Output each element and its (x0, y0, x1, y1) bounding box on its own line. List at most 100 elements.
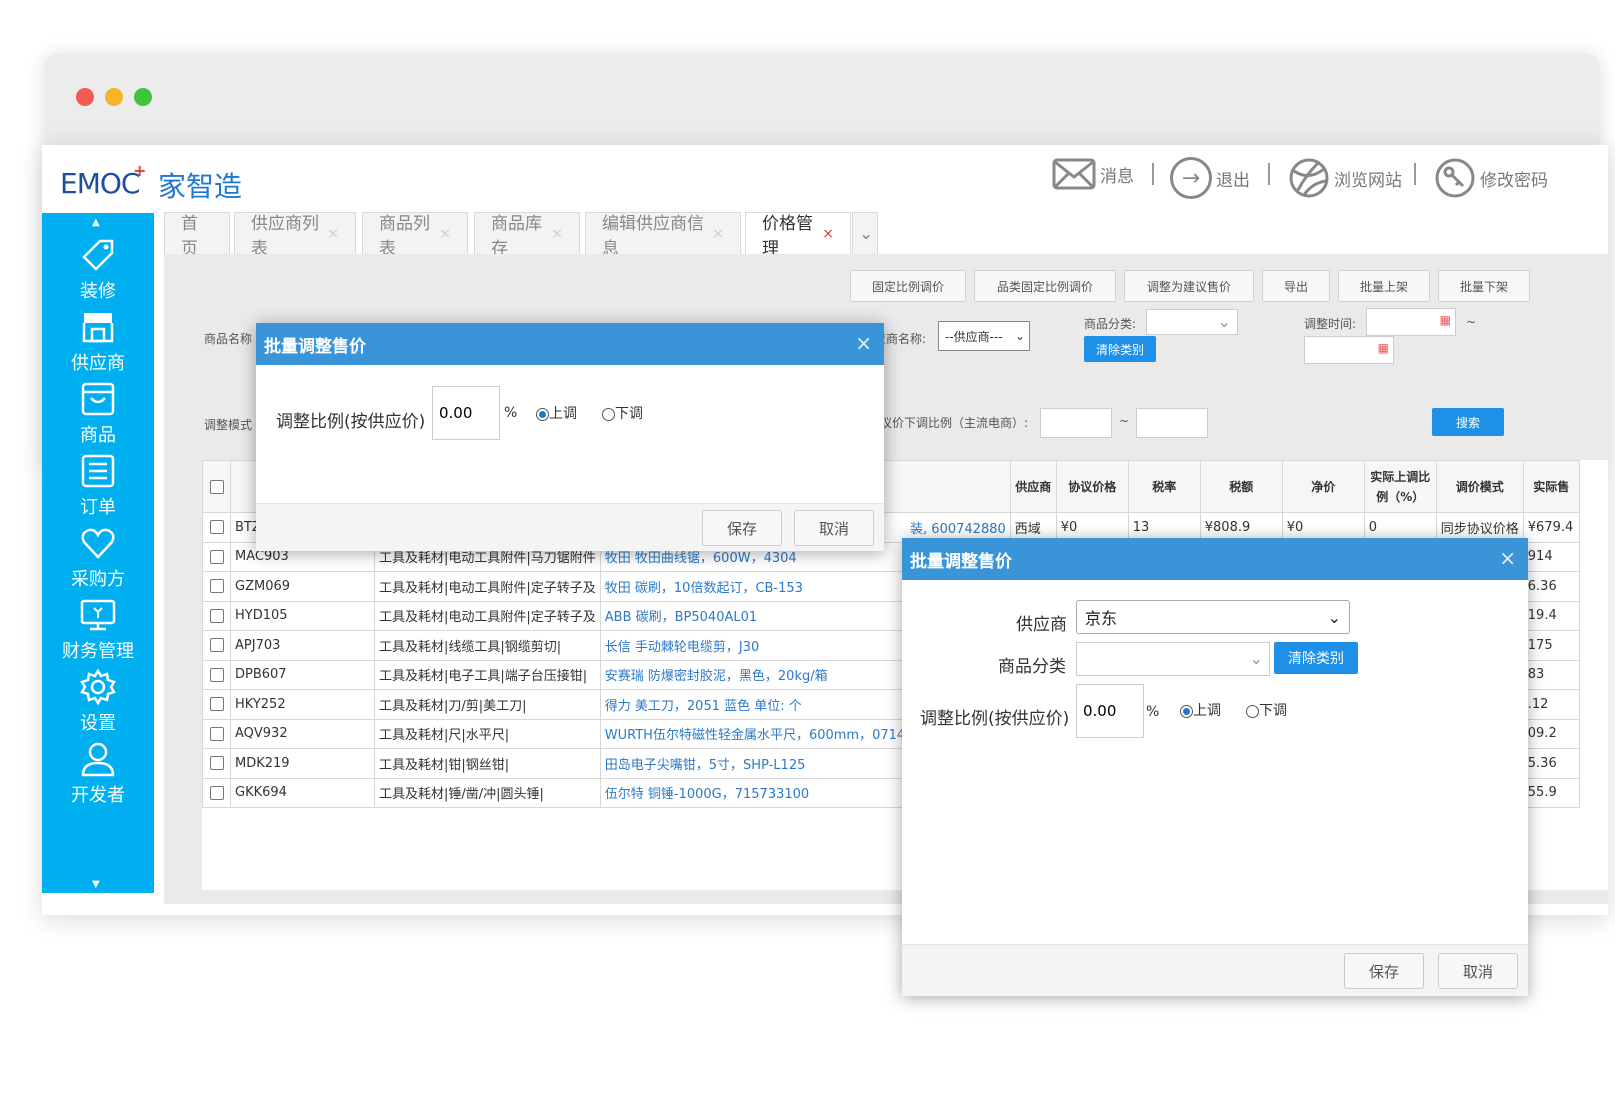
radio-button[interactable] (536, 407, 549, 421)
batch-list-button[interactable]: 批量上架 (1338, 270, 1430, 302)
row-checkbox[interactable] (202, 541, 231, 572)
tab-product-list[interactable]: 商品列表 × (362, 212, 468, 259)
close-icon[interactable]: × (327, 226, 339, 242)
cell-actual-price: 09.2 (1522, 718, 1580, 749)
ratio-max-input[interactable] (1136, 408, 1208, 438)
sidebar-item-settings[interactable]: 设置 (42, 667, 154, 735)
cell-code: APJ703 (230, 630, 375, 661)
cell-actual-price: 83 (1522, 659, 1580, 690)
nav-browse-site[interactable]: 浏览网站 (1288, 157, 1402, 199)
save-button[interactable]: 保存 (1344, 953, 1424, 989)
cancel-button[interactable]: 取消 (1438, 953, 1518, 989)
radio-button[interactable] (1180, 704, 1193, 718)
checkbox[interactable] (209, 638, 224, 653)
tab-supplier-list[interactable]: 供应商列表 × (234, 212, 356, 259)
radio-down[interactable]: 下调 (602, 403, 643, 423)
batch-delist-button[interactable]: 批量下架 (1438, 270, 1530, 302)
close-window-icon[interactable] (76, 88, 94, 106)
header-agreement-price: 协议价格 (1055, 460, 1129, 513)
row-checkbox[interactable] (202, 659, 231, 690)
checkbox[interactable] (209, 697, 224, 712)
maximize-window-icon[interactable] (134, 88, 152, 106)
radio-up[interactable]: 上调 (536, 403, 577, 423)
sidebar-item-product[interactable]: 商品 (42, 379, 154, 447)
ratio-min-input[interactable] (1040, 408, 1112, 438)
logout-icon: → (1170, 157, 1212, 199)
sidebar-item-decoration[interactable]: 装修 (42, 235, 154, 303)
sidebar-item-developer[interactable]: 开发者 (42, 739, 154, 807)
radio-button[interactable] (602, 407, 615, 421)
sidebar-item-finance[interactable]: 财务管理 (42, 595, 154, 663)
close-icon[interactable]: × (712, 226, 724, 242)
nav-messages[interactable]: 消息 (1052, 157, 1134, 191)
tab-bar: 首页 供应商列表 × 商品列表 × 商品库存 × 编辑供应商信息 × 价格管理 × ⌄ (164, 212, 1604, 259)
close-icon[interactable]: × (1499, 546, 1516, 570)
supplier-select[interactable]: --供应商--- ⌄ (938, 321, 1030, 351)
category-input[interactable]: ⌄ (1146, 309, 1238, 335)
close-icon[interactable]: × (551, 226, 563, 242)
cell-code: AQV932 (230, 718, 375, 749)
tab-home[interactable]: 首页 (164, 212, 230, 259)
calendar-icon: ▦ (1377, 341, 1389, 355)
sidebar-item-purchaser[interactable]: 采购方 (42, 523, 154, 591)
select-value: 京东 (1085, 609, 1118, 628)
close-icon[interactable]: × (855, 331, 872, 355)
checkbox[interactable] (209, 785, 224, 800)
start-date-input[interactable]: ▦ (1366, 308, 1456, 336)
radio-down[interactable]: 下调 (1246, 700, 1287, 720)
tag-icon (82, 239, 114, 271)
minimize-window-icon[interactable] (105, 88, 123, 106)
supplier-select[interactable]: 京东 ⌄ (1076, 600, 1350, 634)
row-checkbox[interactable] (202, 571, 231, 602)
category-ratio-button[interactable]: 品类固定比例调价 (974, 270, 1116, 302)
scroll-up-icon[interactable]: ▲ (92, 217, 100, 228)
row-checkbox[interactable] (202, 600, 231, 631)
save-button[interactable]: 保存 (702, 510, 782, 546)
checkbox[interactable] (209, 608, 224, 623)
search-button[interactable]: 搜索 (1432, 408, 1504, 436)
ratio-input[interactable] (432, 386, 500, 440)
nav-logout[interactable]: → 退出 (1170, 157, 1250, 199)
close-icon[interactable]: × (439, 226, 451, 242)
ratio-label: 调整比例(按供应价) (920, 709, 1070, 729)
category-input[interactable]: ⌄ (1076, 642, 1270, 676)
end-date-input[interactable]: ▦ (1304, 336, 1394, 364)
checkbox[interactable] (209, 667, 224, 682)
row-checkbox[interactable] (202, 718, 231, 749)
checkbox[interactable] (209, 579, 224, 594)
header-select-all[interactable] (202, 460, 231, 513)
radio-button[interactable] (1246, 704, 1259, 718)
cancel-button[interactable]: 取消 (794, 510, 874, 546)
nav-label: 退出 (1216, 170, 1250, 191)
row-checkbox[interactable] (202, 630, 231, 661)
tilde: ~ (1119, 414, 1130, 428)
ratio-input[interactable] (1076, 684, 1144, 738)
checkbox[interactable] (209, 549, 224, 564)
tab-price-management[interactable]: 价格管理 × (745, 212, 851, 259)
clear-category-button[interactable]: 清除类别 (1084, 336, 1156, 362)
radio-up[interactable]: 上调 (1180, 700, 1221, 720)
sidebar-item-supplier[interactable]: 供应商 (42, 307, 154, 375)
scroll-down-icon[interactable]: ▼ (92, 879, 100, 890)
sidebar-item-order[interactable]: 订单 (42, 451, 154, 519)
checkbox[interactable] (209, 479, 224, 494)
row-checkbox[interactable] (202, 777, 231, 808)
row-checkbox[interactable] (202, 689, 231, 720)
row-checkbox[interactable] (202, 748, 231, 779)
clear-category-button[interactable]: 清除类别 (1274, 642, 1358, 674)
tab-edit-supplier[interactable]: 编辑供应商信息 × (585, 212, 741, 259)
export-button[interactable]: 导出 (1262, 270, 1330, 302)
suggested-price-button[interactable]: 调整为建议售价 (1124, 270, 1254, 302)
tab-more-dropdown[interactable]: ⌄ (852, 212, 878, 254)
store-icon (82, 313, 114, 343)
checkbox[interactable] (209, 726, 224, 741)
radio-label: 上调 (1193, 703, 1221, 719)
tab-label: 商品列表 (379, 213, 430, 259)
nav-change-password[interactable]: 修改密码 (1434, 157, 1548, 199)
fixed-ratio-button[interactable]: 固定比例调价 (850, 270, 966, 302)
checkbox[interactable] (209, 756, 224, 771)
row-checkbox[interactable] (202, 512, 231, 543)
checkbox[interactable] (209, 520, 224, 535)
close-icon[interactable]: × (822, 226, 834, 242)
tab-product-stock[interactable]: 商品库存 × (474, 212, 580, 259)
